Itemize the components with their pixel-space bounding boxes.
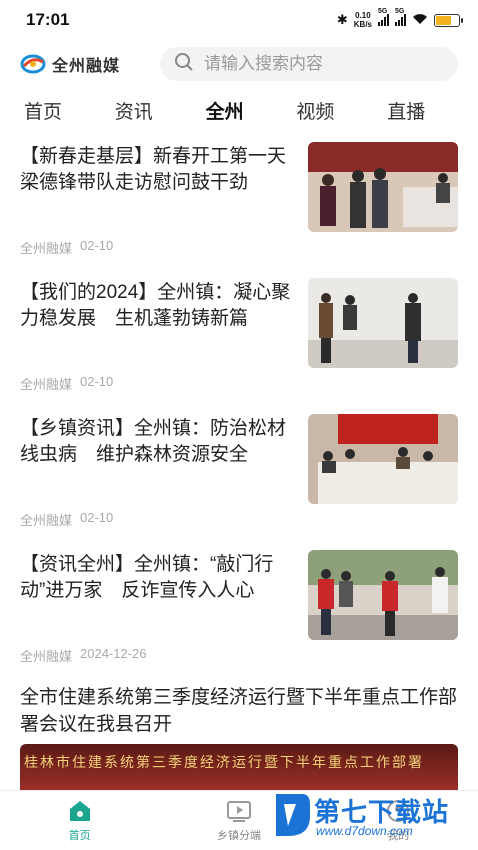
watermark: 第七下载站 www.d7down.com — [272, 788, 472, 844]
tab-live[interactable]: 直播 — [387, 97, 478, 124]
app-header: 全州融媒 — [0, 44, 478, 84]
signal-icon-2: 5G — [395, 8, 406, 26]
news-date: 02-10 — [80, 238, 114, 253]
news-item[interactable]: 【新春走基层】新春开工第一天 梁德锋带队走访慰问鼓干劲 全州融媒 02-10 — [0, 140, 478, 276]
news-date: 2024-12-26 — [80, 646, 147, 661]
news-title: 【资讯全州】全州镇：“敲门行动”进万家 反诈宣传入人心 — [20, 554, 274, 601]
news-item[interactable]: 【我们的2024】全州镇：凝心聚力稳发展 生机蓬勃铸新篇 全州融媒 02-10 — [0, 276, 478, 412]
watermark-url: www.d7down.com — [316, 824, 413, 838]
news-thumbnail — [308, 142, 458, 232]
nav-home[interactable]: 首页 — [20, 799, 140, 843]
news-source: 全州融媒 — [20, 513, 73, 528]
news-item[interactable]: 【资讯全州】全州镇：“敲门行动”进万家 反诈宣传入人心 全州融媒 2024-12… — [0, 548, 478, 684]
news-source: 全州融媒 — [20, 241, 73, 256]
news-meta: 全州融媒 2024-12-26 — [20, 646, 147, 665]
net-speed: 0.10 KB/s — [354, 11, 372, 29]
news-thumbnail — [308, 550, 458, 640]
signal-label-2: 5G — [395, 8, 405, 15]
news-date: 02-10 — [80, 374, 114, 389]
search-icon — [174, 52, 194, 77]
news-thumbnail — [308, 278, 458, 368]
featured-news-item[interactable]: 全市住建系统第三季度经济运行暨下半年重点工作部署会议在我县召开 桂林市住建系统第… — [20, 684, 458, 794]
nav-township-label: 乡镇分端 — [216, 829, 261, 842]
news-title: 【乡镇资讯】全州镇：防治松材线虫病 维护森林资源安全 — [20, 418, 287, 465]
news-list: 【新春走基层】新春开工第一天 梁德锋带队走访慰问鼓干劲 全州融媒 02-10 【… — [0, 140, 478, 684]
news-thumbnail — [308, 414, 458, 504]
featured-banner-image: 桂林市住建系统第三季度经济运行暨下半年重点工作部署 — [20, 744, 458, 794]
tab-home[interactable]: 首页 — [24, 97, 115, 124]
signal-icon: 5G — [378, 8, 389, 26]
net-speed-unit: KB/s — [353, 20, 372, 29]
status-time: 17:01 — [26, 10, 70, 29]
search-input[interactable] — [204, 54, 444, 74]
bluetooth-icon: ✱ — [336, 12, 348, 27]
featured-title: 全市住建系统第三季度经济运行暨下半年重点工作部署会议在我县召开 — [20, 687, 458, 735]
signal-label: 5G — [378, 8, 388, 15]
watermark-logo-icon — [272, 790, 312, 845]
status-bar: 17:01 ✱ 0.10 KB/s 5G 5G — [0, 0, 478, 40]
home-icon — [67, 799, 93, 823]
news-title: 【我们的2024】全州镇：凝心聚力稳发展 生机蓬勃铸新篇 — [20, 282, 291, 329]
nav-home-label: 首页 — [68, 829, 91, 842]
news-date: 02-10 — [80, 510, 114, 525]
news-meta: 全州融媒 02-10 — [20, 374, 113, 393]
tab-video[interactable]: 视频 — [296, 97, 387, 124]
news-meta: 全州融媒 02-10 — [20, 238, 113, 257]
category-tabs: 首页 资讯 全州 视频 直播 — [0, 90, 478, 130]
net-speed-value: 0.10 — [355, 11, 371, 20]
app-logo[interactable]: 全州融媒 — [20, 52, 160, 76]
news-source: 全州融媒 — [20, 377, 73, 392]
status-icons: ✱ 0.10 KB/s 5G 5G — [336, 8, 463, 29]
tab-quanzhou[interactable]: 全州 — [206, 97, 297, 124]
news-title: 【新春走基层】新春开工第一天 梁德锋带队走访慰问鼓干劲 — [20, 146, 287, 193]
logo-text: 全州融媒 — [52, 58, 121, 75]
logo-icon — [20, 54, 46, 74]
battery-icon — [434, 13, 463, 27]
tab-news[interactable]: 资讯 — [115, 97, 206, 124]
featured-banner-text: 桂林市住建系统第三季度经济运行暨下半年重点工作部署 — [24, 755, 424, 771]
news-source: 全州融媒 — [20, 649, 73, 664]
news-meta: 全州融媒 02-10 — [20, 510, 113, 529]
wifi-icon — [412, 13, 428, 27]
video-play-icon — [226, 799, 252, 823]
news-item[interactable]: 【乡镇资讯】全州镇：防治松材线虫病 维护森林资源安全 全州融媒 02-10 — [0, 412, 478, 548]
search-bar[interactable] — [160, 47, 458, 81]
